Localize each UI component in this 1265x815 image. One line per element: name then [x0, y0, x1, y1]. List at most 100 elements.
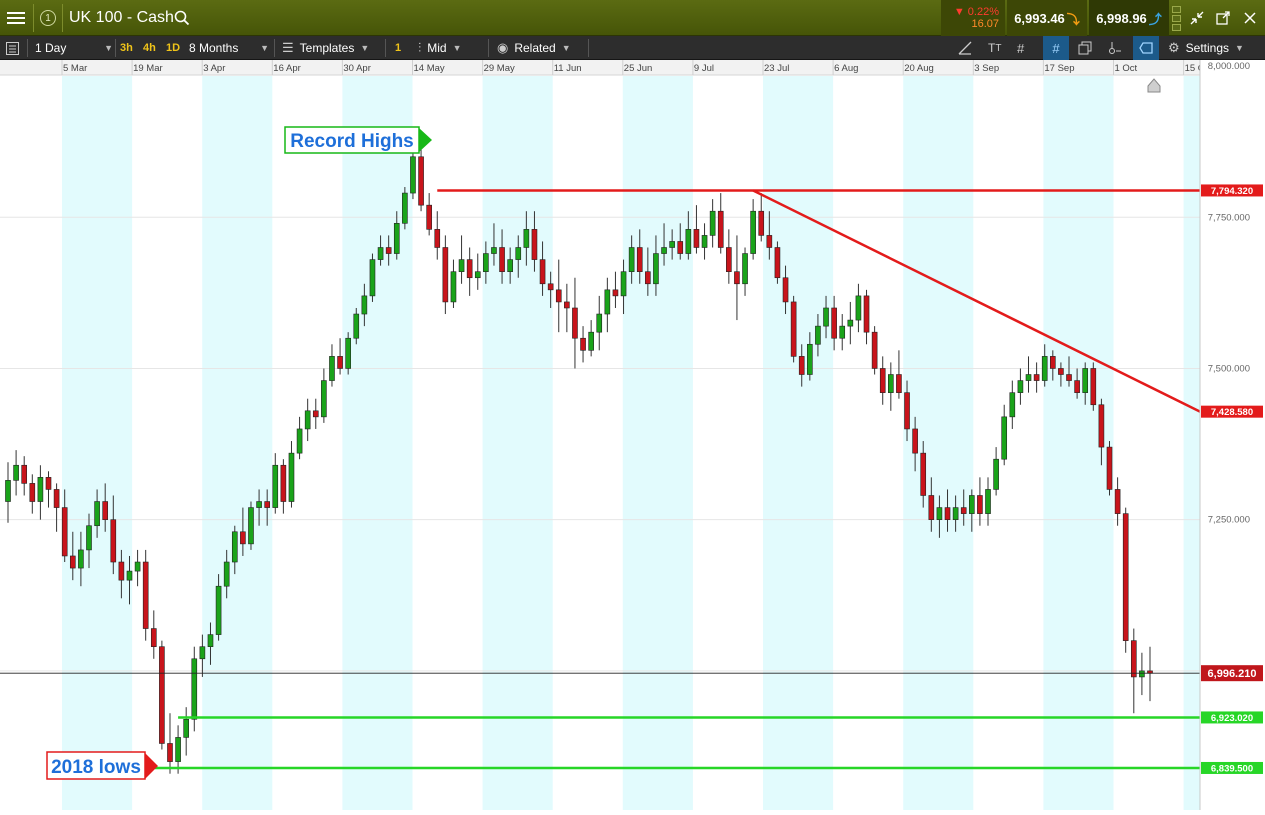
shaded-band: [62, 76, 133, 810]
bearish-candle-body: [442, 247, 449, 303]
bullish-candle-body: [393, 223, 400, 254]
interval-3h-button[interactable]: 3h: [120, 36, 133, 60]
change-absolute: 16.07: [971, 18, 999, 30]
bullish-candle-body: [936, 507, 943, 520]
bearish-candle-body: [798, 356, 805, 375]
text-tool-icon[interactable]: TT: [988, 36, 1001, 60]
candle: [45, 471, 52, 508]
scroll-end-icon: [1147, 78, 1161, 93]
depth-icon[interactable]: [1170, 0, 1182, 36]
range-select[interactable]: 8 Months ▼: [189, 36, 269, 60]
candle: [993, 447, 999, 496]
templates-select[interactable]: ☰ Templates ▼: [282, 36, 378, 60]
magnet-icon[interactable]: [1108, 36, 1122, 60]
record-highs-label: Record Highs: [290, 131, 414, 152]
bearish-candle-body: [21, 464, 28, 484]
candle: [888, 362, 894, 411]
candle: [734, 235, 740, 321]
bullish-candle-body: [491, 247, 497, 254]
candle: [977, 477, 983, 526]
candle: [596, 295, 603, 351]
candlestick-chart[interactable]: 5 Mar 19 Mar 3 Apr 16 Apr 30 Apr 14 May 29 May…: [0, 60, 1265, 810]
bearish-candle-body: [758, 210, 765, 236]
x-axis-panel: [0, 60, 1200, 75]
interval-4h-button[interactable]: 4h: [143, 36, 156, 60]
search-icon[interactable]: [172, 0, 192, 36]
buy-price-button[interactable]: 6,998.96 ⤴: [1089, 0, 1169, 36]
indicator-count-badge[interactable]: 1: [395, 36, 401, 60]
bullish-candle-body: [750, 210, 756, 254]
candle: [159, 640, 165, 750]
buy-price: 6,998.96: [1096, 10, 1147, 26]
bearish-candle-body: [928, 495, 935, 520]
bearish-candle-body: [920, 452, 927, 496]
x-tick-label: 16 Apr: [273, 63, 300, 74]
bullish-candle-body: [709, 210, 716, 236]
bullish-candle-body: [321, 380, 327, 418]
candle: [426, 193, 432, 236]
price-type-select[interactable]: ⫶ Mid ▼: [418, 36, 480, 60]
price-label: 7,794.320: [1211, 186, 1253, 197]
settings-select[interactable]: ⚙ Settings ▼: [1168, 36, 1258, 60]
bullish-candle-body: [483, 253, 489, 272]
bullish-candle-body: [847, 319, 854, 327]
bearish-candle-body: [1049, 356, 1056, 369]
candle: [1147, 646, 1153, 702]
hamburger-menu-icon[interactable]: [0, 0, 32, 36]
x-tick-label: 19 Mar: [133, 63, 163, 74]
candle: [1122, 507, 1129, 653]
bearish-candle-body: [774, 247, 781, 279]
candle: [855, 283, 862, 333]
candle: [709, 199, 716, 248]
bullish-candle-body: [13, 464, 19, 481]
candle: [304, 398, 311, 442]
label-tool-icon[interactable]: [1133, 36, 1159, 60]
bearish-candle-body: [612, 289, 619, 297]
interval-label: 1 Day: [35, 41, 67, 55]
related-select[interactable]: ◉ Related ▼: [497, 36, 581, 60]
candle: [572, 277, 578, 369]
candle: [555, 259, 562, 333]
grid-icon[interactable]: #: [1017, 36, 1024, 60]
price-label: 6,996.210: [1208, 668, 1257, 680]
bullish-candle-body: [183, 718, 189, 738]
bullish-candle-body: [839, 325, 846, 339]
bullish-candle-body: [620, 271, 627, 297]
lows-2018-label: 2018 lows: [51, 757, 141, 778]
close-icon[interactable]: [1238, 0, 1262, 36]
x-tick-label: 3 Sep: [974, 63, 999, 74]
bullish-candle-body: [37, 477, 44, 502]
bearish-candle-body: [944, 507, 951, 520]
bearish-candle-body: [29, 483, 36, 502]
bearish-candle-body: [879, 368, 886, 393]
bearish-candle-body: [466, 259, 473, 279]
bearish-candle-body: [717, 210, 724, 248]
candle: [13, 450, 19, 496]
duplicate-icon[interactable]: [1078, 36, 1092, 60]
bullish-candle-body: [175, 737, 181, 762]
price-label: 7,428.580: [1211, 407, 1253, 418]
candle: [418, 144, 424, 212]
bearish-candle-body: [766, 235, 773, 248]
x-tick-label: 9 Jul: [694, 63, 714, 74]
interval-select[interactable]: 1 Day ▼: [35, 36, 113, 60]
chevron-down-icon: ▼: [1235, 43, 1244, 53]
interval-1d-button[interactable]: 1D: [166, 36, 180, 60]
bullish-candle-body: [458, 259, 465, 272]
bullish-candle-body: [685, 229, 692, 254]
sell-price-button[interactable]: 6,993.46 ⤵: [1007, 0, 1087, 36]
info-icon[interactable]: 1: [36, 0, 60, 36]
collapse-icon[interactable]: [1185, 0, 1209, 36]
candle: [1106, 441, 1113, 496]
bullish-candle-body: [628, 247, 635, 272]
candle: [879, 356, 886, 405]
bearish-candle-body: [61, 507, 68, 557]
draw-line-icon[interactable]: [958, 36, 972, 60]
templates-icon: ☰: [282, 40, 294, 55]
price-chart[interactable]: 5 Mar 19 Mar 3 Apr 16 Apr 30 Apr 14 May 29 May…: [0, 60, 1265, 810]
bearish-candle-body: [896, 374, 902, 393]
bearish-candle-body: [726, 247, 732, 272]
crosshair-icon[interactable]: #: [1043, 36, 1069, 60]
popout-icon[interactable]: [1211, 0, 1235, 36]
layout-icon[interactable]: [6, 36, 19, 60]
